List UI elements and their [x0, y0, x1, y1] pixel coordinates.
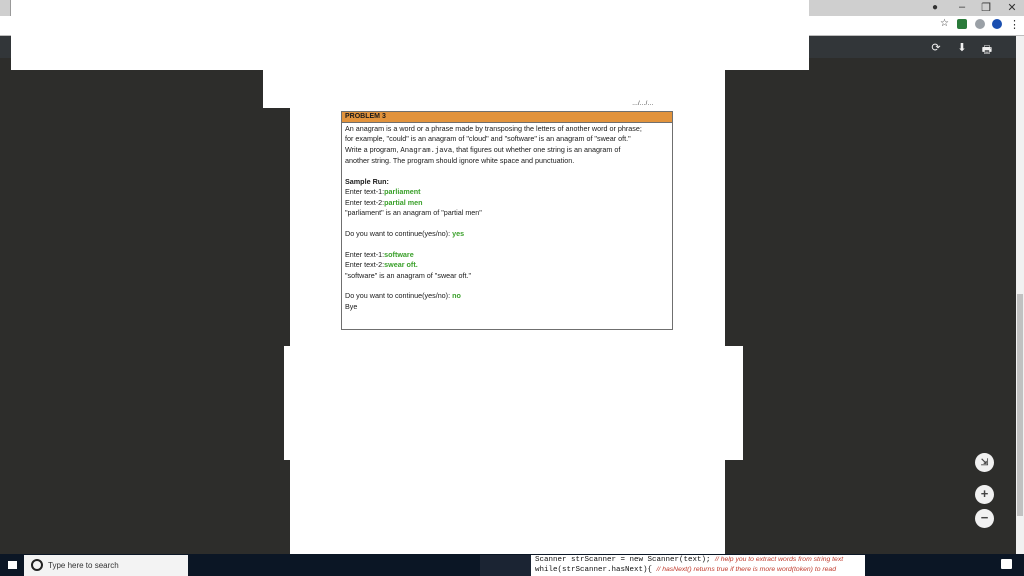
sample-run-label: Sample Run: [345, 177, 389, 187]
tab-edge [0, 0, 11, 16]
user-input: software [384, 249, 414, 259]
run-line: Enter text-1:software [345, 250, 669, 260]
zoom-out-button[interactable]: − [975, 509, 994, 528]
fit-page-button[interactable]: ⇲ [975, 453, 994, 472]
windows-start-icon[interactable] [8, 561, 17, 569]
result-line: "software" is an anagram of "swear oft." [345, 270, 472, 280]
menu-dots-icon[interactable]: ⋮ [1009, 18, 1020, 31]
print-icon[interactable]: 🖶 [980, 41, 994, 60]
zoom-in-button[interactable]: + [975, 485, 994, 504]
bye-line: Bye [345, 301, 358, 311]
user-input: parliament [384, 187, 421, 197]
run-line: Enter text-2:swear oft. [345, 260, 669, 270]
prompt-label: Enter text-1: [345, 249, 385, 259]
code-line: while(strScanner.hasNext){ // hasNext() … [535, 566, 836, 574]
overlay-panel [284, 346, 743, 460]
extension-icon[interactable] [992, 19, 1002, 29]
overlay-panel [11, 0, 809, 70]
rotate-icon[interactable]: ⟳ [929, 41, 943, 54]
user-input: partial men [384, 197, 423, 207]
prompt-label: Enter text-2: [345, 197, 385, 207]
close-button[interactable]: ✕ [1004, 1, 1020, 14]
problem-box: PROBLEM 3 An anagram is a word or a phra… [341, 111, 673, 330]
problem-title: PROBLEM 3 [342, 112, 672, 123]
page-header-fragment: …/…/… [632, 101, 654, 107]
download-icon[interactable]: ⬇ [955, 41, 969, 54]
minimize-button[interactable]: – [954, 1, 970, 13]
run-line: Enter text-1:parliament [345, 187, 669, 197]
description-line: for example, "could" is an anagram of "c… [345, 134, 631, 144]
class-name: Anagram.java [400, 146, 453, 155]
extension-icon[interactable] [957, 19, 967, 29]
description-line: An anagram is a word or a phrase made by… [345, 124, 642, 133]
taskbar-app[interactable] [480, 555, 531, 576]
write-pre: Write a program, [345, 144, 401, 154]
code-snippet-overlay: Scanner strScanner = new Scanner(text); … [531, 555, 865, 576]
prompt-label: Enter text-1: [345, 187, 385, 197]
write-post: , that figures out whether one string is… [452, 144, 621, 154]
bookmark-star-icon[interactable]: ☆ [940, 18, 949, 29]
description-line: another string. The program should ignor… [345, 156, 575, 166]
extension-icon[interactable] [975, 19, 985, 29]
run-line: Do you want to continue(yes/no): no [345, 291, 669, 301]
account-circle-icon[interactable]: ● [932, 2, 938, 13]
prompt-label: Do you want to continue(yes/no): [345, 229, 453, 239]
notification-icon[interactable] [1001, 559, 1012, 569]
user-input: swear oft. [384, 260, 418, 270]
description-line: Write a program, Anagram.java, that figu… [345, 145, 669, 156]
problem-body: An anagram is a word or a phrase made by… [342, 123, 672, 312]
run-line: Enter text-2:partial men [345, 198, 669, 208]
prompt-label: Do you want to continue(yes/no): [345, 291, 453, 301]
search-placeholder: Type here to search [48, 561, 119, 570]
taskbar-search-box[interactable]: Type here to search [24, 555, 188, 576]
code-line: Scanner strScanner = new Scanner(text); … [535, 556, 844, 564]
cortana-circle-icon [31, 559, 43, 571]
user-input: no [452, 291, 461, 301]
scrollbar-thumb[interactable] [1017, 294, 1023, 516]
run-line: Do you want to continue(yes/no): yes [345, 229, 669, 239]
restore-button[interactable]: ❐ [978, 1, 994, 14]
result-line: "parliament" is an anagram of "partial m… [345, 208, 482, 218]
prompt-label: Enter text-2: [345, 260, 385, 270]
user-input: yes [452, 229, 465, 239]
